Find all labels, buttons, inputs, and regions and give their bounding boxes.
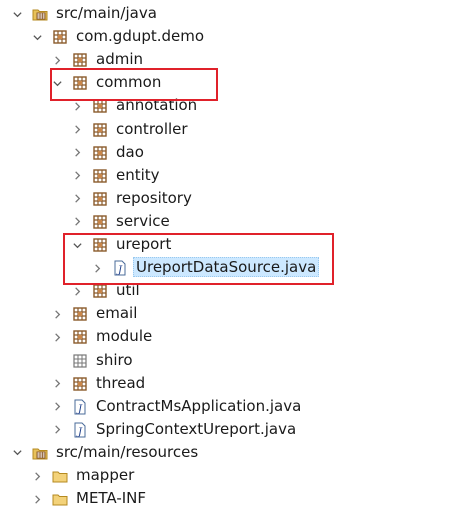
empty-package-icon (72, 353, 88, 369)
tree-item-label: shiro (96, 350, 133, 369)
tree-item-label: src/main/java (56, 4, 157, 22)
tree-item-repository[interactable]: repository (0, 188, 461, 211)
chevron-right-icon[interactable] (91, 262, 103, 274)
java-file-icon: J (72, 399, 88, 415)
tree-item-util[interactable]: util (0, 280, 461, 303)
chevron-right-icon[interactable] (71, 193, 83, 205)
tree-item-label: ureport (116, 235, 172, 253)
package-icon (72, 329, 88, 345)
package-icon (92, 214, 108, 230)
chevron-down-icon[interactable] (71, 239, 83, 251)
tree-item-label: entity (116, 165, 160, 184)
package-icon (72, 75, 88, 91)
chevron-down-icon[interactable] (11, 8, 23, 20)
tree-item-shiro[interactable]: shiro (0, 350, 461, 373)
chevron-down-icon[interactable] (51, 77, 63, 89)
java-file-icon: J (72, 422, 88, 438)
tree-item-mapper[interactable]: mapper (0, 465, 461, 488)
package-icon (92, 283, 108, 299)
java-file-icon: J (112, 260, 128, 276)
source-folder-icon (32, 445, 48, 461)
tree-item-label: ContractMsApplication.java (96, 396, 302, 415)
tree-item-label: mapper (76, 466, 135, 484)
tree-item-entity[interactable]: entity (0, 165, 461, 188)
chevron-right-icon[interactable] (71, 147, 83, 159)
tree-item-com-gdupt-demo[interactable]: com.gdupt.demo (0, 26, 461, 49)
tree-item-common[interactable]: common (0, 72, 461, 95)
tree-item-label: META-INF (76, 489, 147, 508)
tree-item-admin[interactable]: admin (0, 49, 461, 72)
tree-item-label: src/main/resources (56, 442, 199, 461)
svg-text:J: J (76, 427, 83, 438)
package-icon (92, 122, 108, 138)
chevron-right-icon[interactable] (51, 401, 63, 413)
tree-item-label: email (96, 304, 138, 323)
folder-icon (52, 468, 68, 484)
tree-item-controller[interactable]: controller (0, 119, 461, 142)
chevron-down-icon[interactable] (31, 31, 43, 43)
tree-item-label: module (96, 327, 153, 346)
tree-item-thread[interactable]: thread (0, 373, 461, 396)
svg-text:J: J (76, 404, 83, 415)
tree-item-label: service (116, 211, 170, 230)
chevron-right-icon[interactable] (71, 170, 83, 182)
svg-text:J: J (116, 265, 123, 276)
tree-item-ureportdatasource-java[interactable]: J UreportDataSource.java (0, 257, 461, 280)
chevron-right-icon[interactable] (71, 100, 83, 112)
tree-item-src-main-java[interactable]: src/main/java (0, 3, 461, 26)
chevron-right-icon[interactable] (71, 124, 83, 136)
package-icon (52, 29, 68, 45)
folder-icon (52, 491, 68, 507)
tree-item-label: thread (96, 373, 146, 392)
tree-item-module[interactable]: module (0, 326, 461, 349)
tree-item-label: common (96, 73, 162, 92)
tree-item-label: controller (116, 119, 188, 138)
tree-item-label: repository (116, 188, 192, 207)
chevron-right-icon[interactable] (31, 470, 43, 482)
tree-item-label: UreportDataSource.java (133, 257, 320, 278)
tree-item-label: util (116, 281, 140, 300)
package-icon (92, 168, 108, 184)
tree-item-label: SpringContextUreport.java (96, 419, 297, 438)
tree-item-label: admin (96, 50, 143, 69)
chevron-right-icon[interactable] (31, 493, 43, 505)
package-icon (92, 145, 108, 161)
tree-item-contractmsapplication-java[interactable]: J ContractMsApplication.java (0, 396, 461, 419)
tree-item-src-main-resources[interactable]: src/main/resources (0, 442, 461, 465)
tree-item-email[interactable]: email (0, 303, 461, 326)
chevron-right-icon[interactable] (51, 331, 63, 343)
tree-item-ureport[interactable]: ureport (0, 234, 461, 257)
tree-item-service[interactable]: service (0, 211, 461, 234)
package-icon (92, 237, 108, 253)
chevron-right-icon[interactable] (51, 378, 63, 390)
package-explorer-tree: src/main/java com.gdupt.demo admin common an… (0, 0, 461, 507)
chevron-right-icon[interactable] (51, 424, 63, 436)
chevron-right-icon[interactable] (51, 54, 63, 66)
chevron-right-icon[interactable] (71, 285, 83, 297)
tree-item-meta-inf[interactable]: META-INF (0, 488, 461, 511)
source-folder-icon (32, 6, 48, 22)
chevron-down-icon[interactable] (11, 447, 23, 459)
package-icon (72, 52, 88, 68)
tree-item-label: dao (116, 142, 144, 161)
tree-item-springcontextureport-java[interactable]: J SpringContextUreport.java (0, 419, 461, 442)
tree-item-annotation[interactable]: annotation (0, 95, 461, 118)
package-icon (72, 306, 88, 322)
tree-item-label: com.gdupt.demo (76, 27, 205, 46)
chevron-right-icon[interactable] (71, 216, 83, 228)
package-icon (92, 191, 108, 207)
package-icon (92, 98, 108, 114)
package-icon (72, 376, 88, 392)
chevron-right-icon[interactable] (51, 308, 63, 320)
tree-item-dao[interactable]: dao (0, 142, 461, 165)
tree-item-label: annotation (116, 96, 198, 115)
